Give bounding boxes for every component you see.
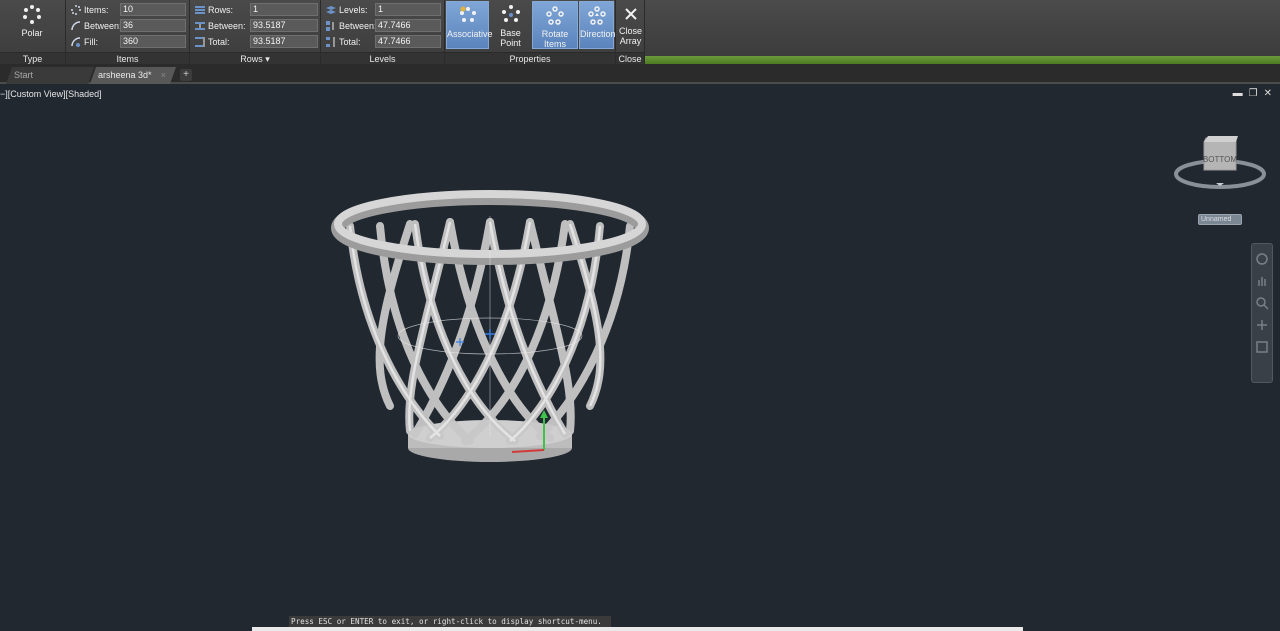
type-panel: Polar Type (0, 0, 66, 64)
direction-icon (587, 6, 606, 25)
items-fill-field[interactable]: 360 (120, 35, 186, 48)
drawing-viewport[interactable]: −][Custom View][Shaded] ▬ ❐ ✕ BOTTOM Unn… (0, 86, 1280, 631)
fill-angle-icon (71, 37, 81, 47)
level-spacing-icon (326, 21, 334, 31)
command-line-prompt: Press ESC or ENTER to exit, or right-cli… (289, 616, 611, 627)
orbit-icon[interactable] (1255, 318, 1269, 332)
tab-arsheena-3d[interactable]: arsheena 3d* × (90, 67, 176, 84)
ribbon-accent-strip (645, 56, 1280, 64)
items-icon (71, 5, 81, 15)
rows-total-icon (195, 37, 205, 47)
properties-panel-title: Properties (445, 52, 615, 64)
rows-panel-title-label: Rows (240, 54, 263, 64)
file-tab-bar: Start arsheena 3d* × + (0, 64, 1280, 84)
type-panel-title: Type (0, 52, 65, 64)
rows-between-row: Between: (194, 19, 252, 33)
items-count-field[interactable]: 10 (120, 3, 186, 16)
close-panel-title: Close (616, 52, 644, 64)
rows-between-label: Between: (208, 21, 246, 31)
command-line-input[interactable] (252, 627, 1023, 631)
rotate-items-button[interactable]: Rotate Items (532, 1, 578, 49)
close-array-label-line2: Array (619, 36, 642, 46)
viewcube[interactable]: BOTTOM (1168, 130, 1274, 200)
levels-total-icon (326, 37, 335, 47)
polar-button[interactable]: Polar (4, 1, 60, 49)
rows-panel: Rows: 1 Between: 93.5187 Total: 93.5187 … (190, 0, 321, 64)
rows-between-field[interactable]: 93.5187 (250, 19, 318, 32)
new-tab-plus-icon[interactable]: + (180, 69, 192, 81)
close-panel: Close Array Close (616, 0, 645, 64)
base-point-button[interactable]: Base Point (490, 1, 531, 49)
showmotion-icon[interactable] (1255, 340, 1269, 354)
levels-count-field[interactable]: 1 (375, 3, 441, 16)
rows-total-label: Total: (208, 37, 230, 47)
polar-label: Polar (21, 28, 43, 38)
direction-button[interactable]: Direction (579, 1, 616, 49)
rotate-items-icon (546, 6, 564, 25)
viewcube-face-label: BOTTOM (1203, 155, 1237, 164)
close-array-label-line1: Close (618, 26, 642, 36)
autocad-window: Polar Type Items: 10 Between: 36 Fill: 3… (0, 0, 1280, 631)
associative-icon (459, 6, 476, 22)
items-between-field[interactable]: 36 (120, 19, 186, 32)
rows-dropdown-icon: ▾ (265, 54, 270, 64)
row-spacing-icon (195, 22, 205, 30)
rows-total-field[interactable]: 93.5187 (250, 35, 318, 48)
pan-icon[interactable] (1255, 274, 1269, 288)
items-panel: Items: 10 Between: 36 Fill: 360 Items (66, 0, 190, 64)
associative-label: Associative (447, 29, 493, 39)
rows-label: Rows: (208, 5, 234, 15)
direction-label: Direction (580, 29, 616, 39)
rows-count-row: Rows: (194, 3, 252, 17)
polar-array-icon (23, 5, 41, 24)
basket-3d-model[interactable] (320, 186, 660, 486)
levels-panel-title: Levels (321, 52, 444, 64)
tab-start[interactable]: Start (6, 67, 94, 84)
ucs-dropdown[interactable]: Unnamed (1198, 214, 1242, 225)
rows-total-row: Total: (194, 35, 252, 49)
levels-icon (326, 6, 336, 14)
rows-count-field[interactable]: 1 (250, 3, 318, 16)
associative-button[interactable]: Associative (446, 1, 493, 49)
navigation-bar (1251, 243, 1273, 383)
close-array-button[interactable]: Close Array (616, 1, 645, 49)
base-point-label: Base Point (500, 28, 521, 48)
base-point-icon (501, 5, 520, 22)
viewport-controls-label[interactable]: −][Custom View][Shaded] (0, 89, 102, 99)
items-panel-title: Items (66, 52, 189, 64)
zoom-icon[interactable] (1255, 296, 1269, 310)
viewport-window-controls: ▬ ❐ ✕ (1233, 88, 1272, 99)
close-icon (624, 8, 637, 20)
properties-panel: Associative Base Point Rotate Items Dire… (445, 0, 616, 64)
angle-between-icon (71, 21, 81, 31)
restore-icon[interactable]: ❐ (1249, 88, 1258, 99)
tab-arsheena-3d-label: arsheena 3d* (98, 70, 152, 80)
rows-icon (195, 6, 205, 14)
levels-between-field[interactable]: 47.7466 (375, 19, 441, 32)
steering-wheel-icon[interactable] (1255, 252, 1269, 266)
levels-total-field[interactable]: 47.7466 (375, 35, 441, 48)
levels-panel: Levels: 1 Between: 47.7466 Total: 47.746… (321, 0, 445, 64)
minimize-icon[interactable]: ▬ (1233, 88, 1243, 99)
rows-panel-title[interactable]: Rows ▾ (190, 52, 320, 64)
ribbon-empty-area (645, 0, 1280, 64)
close-viewport-icon[interactable]: ✕ (1264, 88, 1272, 99)
tab-start-label: Start (14, 70, 34, 80)
rotate-items-label: Rotate Items (541, 29, 569, 49)
tab-close-icon[interactable]: × (161, 67, 166, 83)
